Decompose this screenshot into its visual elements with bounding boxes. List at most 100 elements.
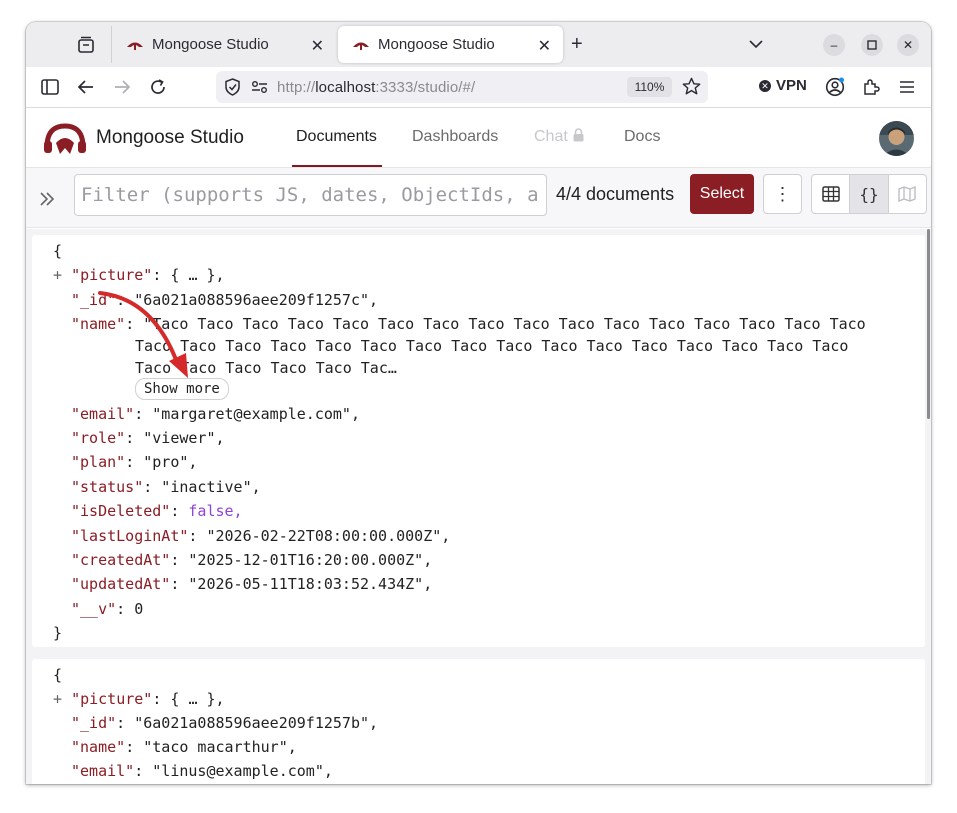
table-view-button[interactable] xyxy=(812,175,851,213)
url-prefix: http:// xyxy=(277,79,316,96)
back-arrow-icon[interactable] xyxy=(76,77,96,97)
lastloginat-field: "lastLoginAt": "2026-02-22T08:00:00.000Z… xyxy=(71,524,450,548)
address-bar[interactable]: http://localhost:3333/studio/#/ 110% xyxy=(216,71,708,103)
tab-strip: Mongoose Studio ✕ Mongoose Studio ✕ + – … xyxy=(26,22,931,67)
field-value: : "linus@example.com", xyxy=(134,762,333,780)
brand-name[interactable]: Mongoose Studio xyxy=(96,127,244,149)
field-key: "isDeleted" xyxy=(71,502,171,520)
double-chevron-right-icon[interactable] xyxy=(38,190,56,208)
email-field: "email": "margaret@example.com", xyxy=(71,402,360,426)
nav-docs[interactable]: Docs xyxy=(624,128,660,146)
picture-field: + "picture": { … }, xyxy=(53,687,225,711)
vpn-button[interactable]: ✕ VPN xyxy=(759,77,807,94)
table-icon xyxy=(821,186,840,202)
annotation-arrow-icon xyxy=(98,291,188,378)
forward-arrow-icon[interactable] xyxy=(112,77,132,97)
field-value: false, xyxy=(188,502,243,520)
documents-list: { + "picture": { … }, "_id": "6a021a0885… xyxy=(26,229,931,784)
field-value: : "margaret@example.com", xyxy=(134,405,360,423)
browser-tab-2[interactable]: Mongoose Studio ✕ xyxy=(338,26,563,63)
star-icon[interactable] xyxy=(682,77,701,96)
nav-chat: Chat xyxy=(534,128,585,146)
vpn-label: VPN xyxy=(776,77,807,94)
extensions-icon[interactable] xyxy=(861,77,881,97)
select-button[interactable]: Select xyxy=(690,174,754,214)
field-key: "picture" xyxy=(71,690,153,708)
close-brace: } xyxy=(53,624,63,642)
browser-window: Mongoose Studio ✕ Mongoose Studio ✕ + – … xyxy=(26,22,931,784)
role-field: "role": "viewer", xyxy=(71,426,225,450)
tab-overview-icon[interactable] xyxy=(76,35,96,55)
field-value-line: : "Taco Taco Taco Taco Taco Taco Taco Ta… xyxy=(125,315,866,333)
open-brace: { xyxy=(53,242,63,260)
document-card: { + "picture": { … }, "_id": "6a021a0885… xyxy=(32,235,925,647)
field-key: "lastLoginAt" xyxy=(71,527,189,545)
field-value: : "viewer", xyxy=(125,429,225,447)
map-view-button[interactable] xyxy=(889,175,926,213)
field-value[interactable]: : { … }, xyxy=(152,690,224,708)
site-info-icon[interactable] xyxy=(251,80,268,94)
field-key: "createdAt" xyxy=(71,551,171,569)
field-key: "updatedAt" xyxy=(71,575,171,593)
browser-tab-1[interactable]: Mongoose Studio ✕ xyxy=(111,26,336,63)
json-view-button[interactable]: {} xyxy=(850,175,889,213)
mongoose-favicon-icon xyxy=(353,42,369,50)
map-icon xyxy=(898,186,917,202)
close-window-button[interactable]: ✕ xyxy=(897,34,919,56)
field-value: : 0 xyxy=(116,600,144,618)
reload-icon[interactable] xyxy=(148,77,168,97)
active-nav-underline xyxy=(292,165,382,167)
field-key: "picture" xyxy=(71,266,153,284)
zoom-badge[interactable]: 110% xyxy=(627,77,672,97)
expand-toggle[interactable]: + xyxy=(53,266,62,284)
mongoose-studio-app: Mongoose Studio Documents Dashboards Cha… xyxy=(26,108,931,784)
nav-dashboards[interactable]: Dashboards xyxy=(412,128,498,146)
menu-icon[interactable] xyxy=(897,77,917,97)
mongoose-logo-icon[interactable] xyxy=(43,121,87,157)
lock-icon xyxy=(573,128,584,142)
name-value-line-2: Taco Taco Taco Taco Taco Taco Taco Taco … xyxy=(135,337,849,355)
navigation-bar: http://localhost:3333/studio/#/ 110% ✕ V… xyxy=(26,67,931,108)
url-text[interactable]: http://localhost:3333/studio/#/ xyxy=(277,79,475,96)
scrollbar[interactable] xyxy=(927,229,930,419)
field-separator: : xyxy=(170,502,189,520)
createdat-field: "createdAt": "2025-12-01T16:20:00.000Z", xyxy=(71,548,432,572)
field-key: "email" xyxy=(71,762,135,780)
field-key: "name" xyxy=(71,738,126,756)
shield-icon[interactable] xyxy=(224,78,241,96)
field-value: : "pro", xyxy=(125,453,198,471)
maximize-button[interactable] xyxy=(861,34,883,56)
more-options-button[interactable]: ⋮ xyxy=(763,174,802,214)
updatedat-field: "updatedAt": "2026-05-11T18:03:52.434Z", xyxy=(71,572,432,596)
open-brace: { xyxy=(53,666,63,684)
id-field: "_id": "6a021a088596aee209f1257b", xyxy=(71,711,378,735)
url-host: localhost xyxy=(315,79,376,96)
field-value: : "6a021a088596aee209f1257b", xyxy=(116,714,379,732)
field-value[interactable]: : { … }, xyxy=(152,266,224,284)
chevron-down-icon[interactable] xyxy=(748,36,764,52)
filter-input[interactable] xyxy=(74,174,547,216)
field-key: "status" xyxy=(71,478,144,496)
field-value: : "taco macarthur", xyxy=(125,738,297,756)
field-value: : "inactive", xyxy=(143,478,261,496)
tab-title: Mongoose Studio xyxy=(152,36,269,53)
user-avatar[interactable] xyxy=(879,121,914,156)
close-icon[interactable]: ✕ xyxy=(538,36,551,56)
document-count: 4/4 documents xyxy=(556,184,675,204)
view-mode-toggle: {} xyxy=(811,174,927,214)
sidebar-toggle-icon[interactable] xyxy=(40,77,60,97)
field-key: "__v" xyxy=(71,600,117,618)
minimize-button[interactable]: – xyxy=(823,34,845,56)
account-icon[interactable] xyxy=(825,77,845,97)
field-key: "plan" xyxy=(71,453,126,471)
close-icon[interactable]: ✕ xyxy=(311,36,324,56)
version-field: "__v": 0 xyxy=(71,597,143,621)
new-tab-button[interactable]: + xyxy=(571,33,583,56)
isdeleted-field: "isDeleted": false, xyxy=(71,499,243,523)
maximize-icon xyxy=(867,40,877,50)
field-value: : "2026-05-11T18:03:52.434Z", xyxy=(170,575,433,593)
field-value: : "2026-02-22T08:00:00.000Z", xyxy=(188,527,451,545)
field-key: "_id" xyxy=(71,714,117,732)
nav-documents[interactable]: Documents xyxy=(296,128,377,146)
expand-toggle[interactable]: + xyxy=(53,690,62,708)
